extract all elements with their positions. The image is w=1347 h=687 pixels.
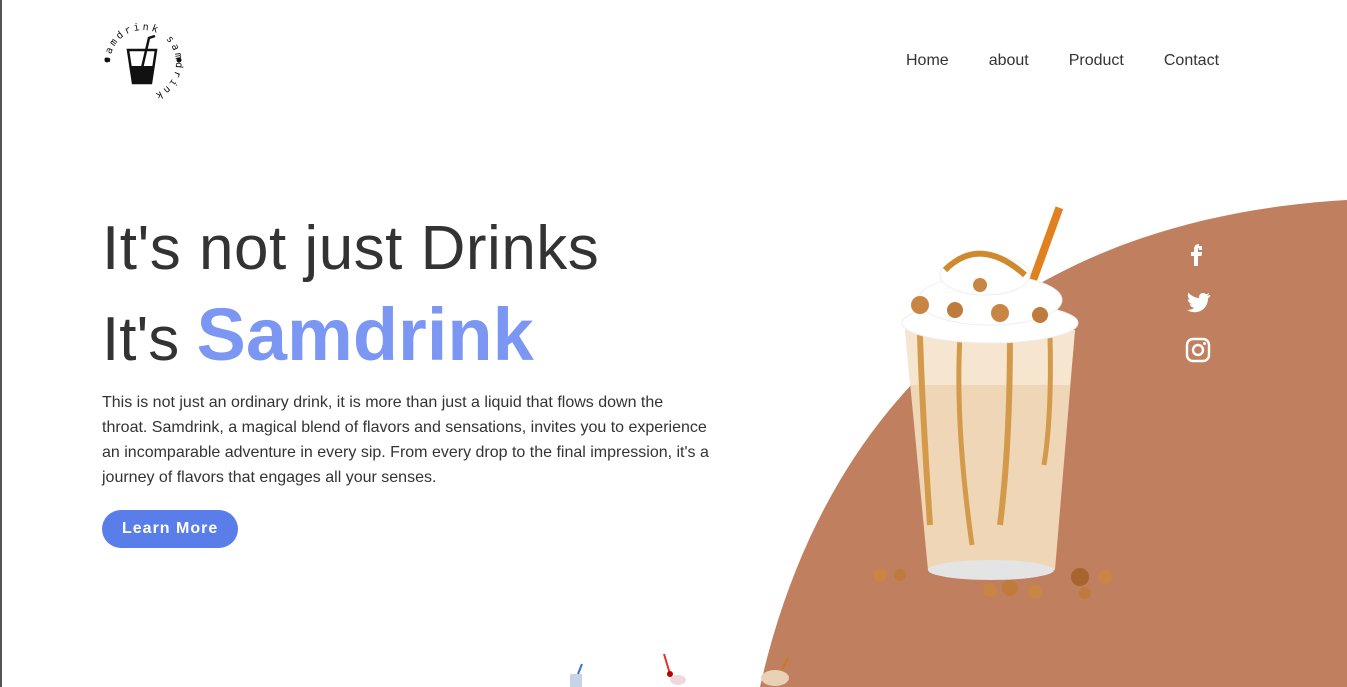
- facebook-icon[interactable]: [1184, 240, 1212, 268]
- hero-heading-line2: It's Samdrink: [102, 294, 722, 375]
- thumbnail-red-drink: [663, 653, 686, 685]
- twitter-icon[interactable]: [1184, 288, 1212, 316]
- learn-more-button[interactable]: Learn More: [102, 509, 239, 548]
- hero-description: This is not just an ordinary drink, it i…: [102, 393, 709, 486]
- thumbnail-blue-drink: [570, 663, 583, 687]
- hero-line2-prefix: It's: [102, 305, 180, 375]
- nav-about[interactable]: about: [989, 52, 1029, 70]
- nav-contact[interactable]: Contact: [1164, 52, 1219, 70]
- main-nav: Home about Product Contact: [906, 52, 1219, 70]
- window-edge: [0, 0, 2, 687]
- samdrink-logo[interactable]: samdrink samdrink: [100, 20, 186, 106]
- social-links: [1184, 240, 1212, 364]
- instagram-icon[interactable]: [1184, 336, 1212, 364]
- hero-section: It's not just Drinks It's Samdrink This …: [102, 212, 722, 548]
- thumbnail-caramel-drink: [761, 657, 789, 686]
- nav-home[interactable]: Home: [906, 52, 949, 70]
- nav-product[interactable]: Product: [1069, 52, 1124, 70]
- product-thumbnails: [570, 653, 789, 687]
- caramel-frappe-image: [873, 206, 1112, 599]
- brand-name: Samdrink: [196, 293, 534, 377]
- hero-heading-line1: It's not just Drinks: [102, 214, 600, 283]
